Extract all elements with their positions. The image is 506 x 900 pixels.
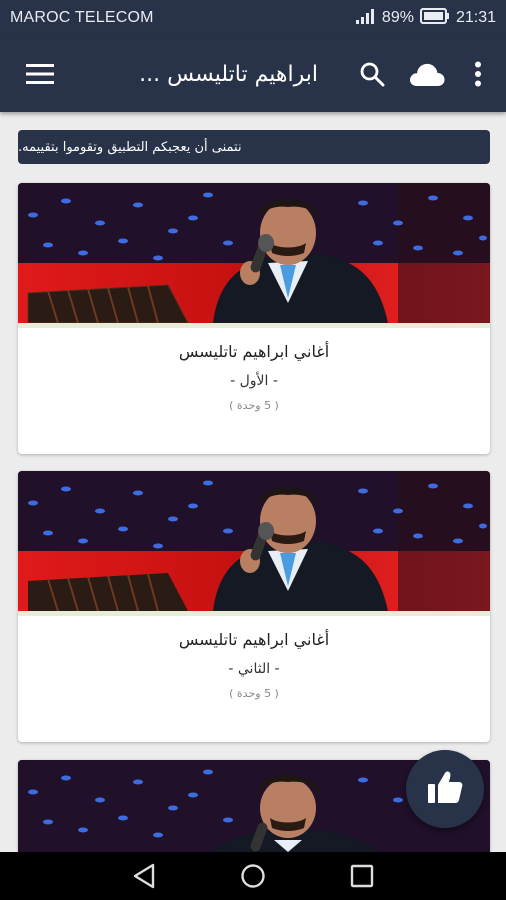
app-bar: ابراهيم تاتليسس ... <box>0 36 506 112</box>
album-count: ( 5 وحدة ) <box>229 687 279 700</box>
album-title: أغاني ابراهيم تاتليسس <box>178 630 330 649</box>
page-title: ابراهيم تاتليسس ... <box>139 61 318 87</box>
more-vert-icon[interactable] <box>466 54 490 94</box>
album-cover-image <box>18 183 490 323</box>
album-part: - الأول - <box>230 373 278 389</box>
system-nav-bar <box>0 852 506 900</box>
carrier-name: MAROC TELECOM <box>10 9 154 26</box>
album-cover-image <box>18 471 490 611</box>
signal-icon <box>355 8 376 29</box>
home-circle-icon[interactable] <box>233 856 273 896</box>
card-divider <box>18 323 490 328</box>
hamburger-menu-icon[interactable] <box>22 56 58 92</box>
clock: 21:31 <box>455 9 496 26</box>
battery-percent: 89% <box>381 9 414 26</box>
album-title: أغاني ابراهيم تاتليسس <box>178 342 330 361</box>
album-card[interactable]: أغاني ابراهيم تاتليسس - الثاني - ( 5 وحد… <box>18 471 490 742</box>
card-divider <box>18 611 490 616</box>
thumbs-up-icon <box>427 770 463 808</box>
rate-app-banner: نتمنى أن يعجبكم التطبيق وتقوموا بتقييمه. <box>18 130 490 164</box>
recents-square-icon[interactable] <box>342 856 382 896</box>
status-bar: MAROC TELECOM 89% 21:31 <box>0 0 506 36</box>
rate-fab-button[interactable] <box>406 750 484 828</box>
cloud-icon[interactable] <box>402 54 452 94</box>
search-icon[interactable] <box>352 54 392 94</box>
battery-icon <box>419 7 450 29</box>
album-card[interactable]: أغاني ابراهيم تاتليسس - الأول - ( 5 وحدة… <box>18 183 490 454</box>
back-triangle-icon[interactable] <box>124 856 164 896</box>
album-count: ( 5 وحدة ) <box>229 399 279 412</box>
album-part: - الثاني - <box>228 661 280 677</box>
